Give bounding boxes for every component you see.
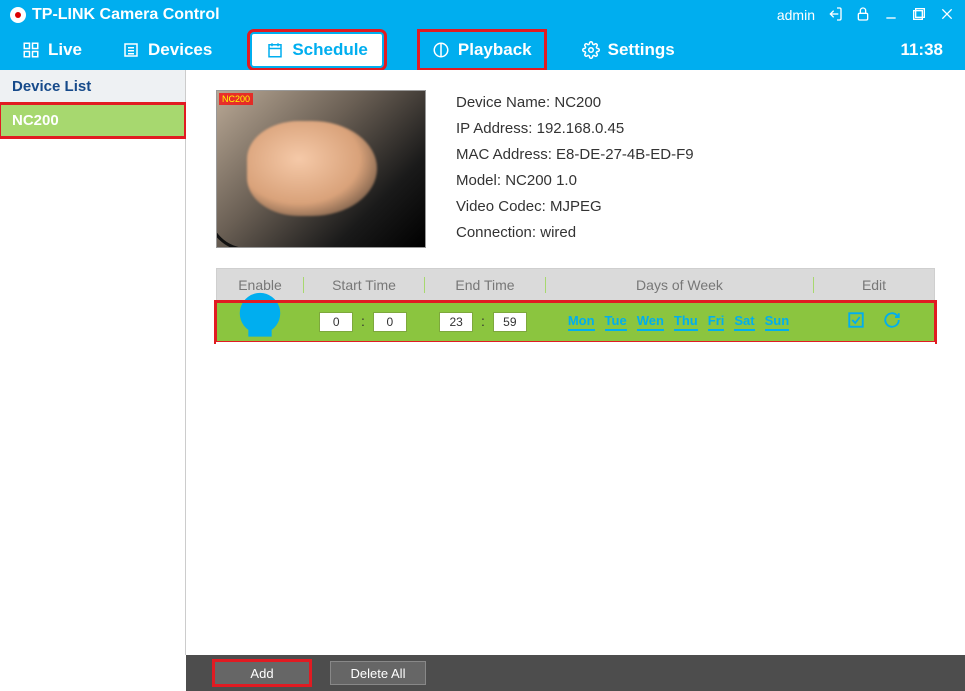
nav-live-label: Live (48, 40, 82, 60)
device-name-value: NC200 (554, 94, 601, 111)
end-hour-input[interactable] (439, 312, 473, 332)
codec-label: Video Codec: (456, 198, 550, 215)
titlebar: TP-LINK Camera Control admin (0, 0, 965, 30)
navbar: Live Devices Schedule Playback Settings … (0, 30, 965, 70)
col-enable: Enable (217, 277, 303, 293)
ip-label: IP Address: (456, 120, 537, 137)
days-of-week: Mon Tue Wen Thu Fri Sat Sun (551, 313, 806, 331)
day-thu[interactable]: Thu (674, 313, 698, 331)
nav-playback[interactable]: Playback (422, 34, 542, 66)
nav-live[interactable]: Live (22, 40, 82, 60)
day-fri[interactable]: Fri (708, 313, 725, 331)
model-label: Model: (456, 172, 505, 189)
col-start: Start Time (304, 277, 424, 293)
conn-value: wired (540, 224, 576, 241)
user-label: admin (777, 7, 815, 23)
mac-value: E8-DE-27-4B-ED-F9 (556, 146, 694, 163)
nav-playback-label: Playback (458, 40, 532, 60)
sidebar: Device List NC200 (0, 70, 186, 655)
day-mon[interactable]: Mon (568, 313, 595, 331)
start-hour-input[interactable] (319, 312, 353, 332)
day-tue[interactable]: Tue (605, 313, 627, 331)
start-min-input[interactable] (373, 312, 407, 332)
sidebar-item-nc200[interactable]: NC200 (0, 104, 185, 137)
maximize-icon[interactable] (911, 6, 927, 25)
day-sat[interactable]: Sat (734, 313, 754, 331)
conn-label: Connection: (456, 224, 540, 241)
codec-value: MJPEG (550, 198, 602, 215)
nav-schedule-label: Schedule (292, 40, 368, 60)
mac-label: MAC Address: (456, 146, 556, 163)
bottom-bar: Add Delete All (186, 655, 965, 691)
app-logo-icon (10, 7, 26, 23)
nav-settings-label: Settings (608, 40, 675, 60)
col-edit: Edit (814, 277, 934, 293)
nav-schedule[interactable]: Schedule (252, 34, 382, 66)
col-days: Days of Week (546, 277, 813, 293)
device-info: Device Name: NC200 IP Address: 192.168.0… (456, 90, 694, 248)
main: NC200 Device Name: NC200 IP Address: 192… (186, 70, 965, 655)
nav-settings[interactable]: Settings (582, 40, 675, 60)
preview-timestamp-overlay: NC200 (219, 93, 253, 105)
app-title: TP-LINK Camera Control (32, 6, 220, 24)
day-sun[interactable]: Sun (765, 313, 790, 331)
add-button[interactable]: Add (214, 661, 310, 685)
reset-icon[interactable] (883, 311, 901, 332)
minimize-icon[interactable] (883, 6, 899, 25)
lock-icon[interactable] (855, 6, 871, 25)
end-min-input[interactable] (493, 312, 527, 332)
nav-devices[interactable]: Devices (122, 40, 212, 60)
sidebar-header: Device List (0, 70, 185, 104)
delete-all-button[interactable]: Delete All (330, 661, 426, 685)
col-end: End Time (425, 277, 545, 293)
schedule-table-header: Enable Start Time End Time Days of Week … (216, 268, 935, 302)
confirm-icon[interactable] (847, 311, 865, 332)
ip-value: 192.168.0.45 (537, 120, 625, 137)
day-wen[interactable]: Wen (637, 313, 664, 331)
model-value: NC200 1.0 (505, 172, 577, 189)
device-name-label: Device Name: (456, 94, 554, 111)
schedule-empty-area (216, 342, 935, 655)
camera-preview: NC200 (216, 90, 426, 248)
clock: 11:38 (900, 40, 943, 60)
nav-devices-label: Devices (148, 40, 212, 60)
close-icon[interactable] (939, 6, 955, 25)
logout-icon[interactable] (827, 6, 843, 25)
schedule-row: : : Mon Tue Wen Thu Fri Sat Sun (216, 302, 935, 342)
